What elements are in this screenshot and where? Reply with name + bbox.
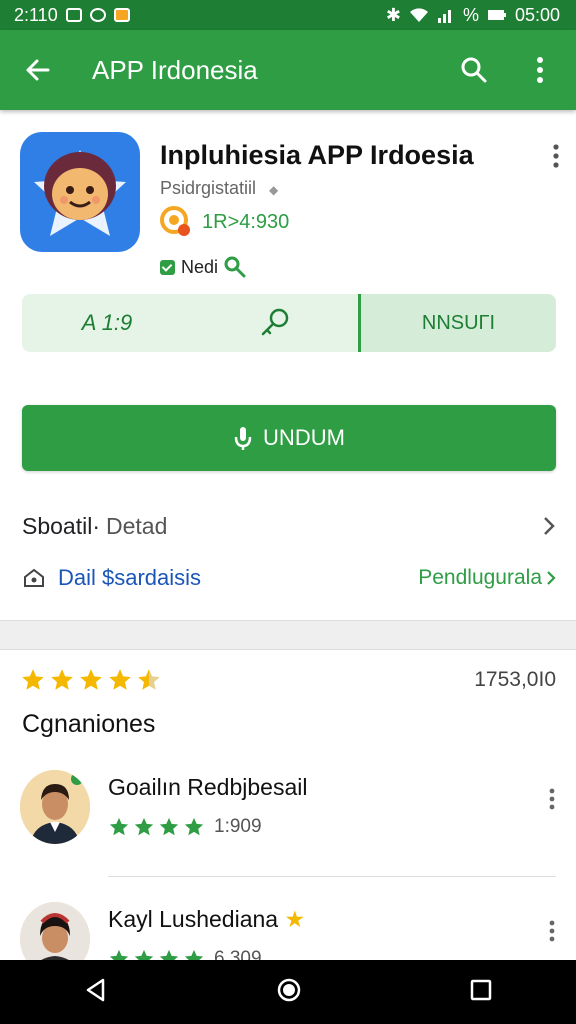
review-item: Goailın Redbjbesail 1:909 — [20, 770, 556, 850]
review-menu-button[interactable] — [548, 788, 556, 815]
links-row: Dail $sardaisis Pendlugurala — [22, 558, 556, 598]
square-recents-icon — [470, 979, 491, 1000]
overall-stars — [20, 667, 162, 693]
battery-percent: % — [462, 4, 479, 25]
install-button-label: UNDUM — [263, 425, 345, 450]
home-outline-icon — [24, 568, 44, 587]
details-title: Sboatil· — [22, 512, 100, 539]
wifi-icon — [409, 8, 428, 22]
triangle-back-icon — [87, 978, 105, 1001]
app-bar: APP Irdonesia — [0, 30, 576, 110]
segment-left-label: A 1:9 — [81, 310, 133, 335]
battery-icon — [487, 10, 506, 20]
star-icon — [51, 669, 73, 690]
ratings-count: 1753,0I0 — [474, 668, 556, 691]
status-time-left: 2:110 — [14, 4, 58, 25]
details-row[interactable]: Sboatil· Detad — [22, 506, 556, 546]
app-bar-title: APP Irdonesia — [92, 54, 258, 85]
more-vert-icon — [537, 57, 543, 83]
developer-name[interactable]: Psidrgistatiil ◆ — [160, 178, 278, 199]
reviewer-name-label: Kayl Lushediana — [108, 906, 279, 932]
details-subtitle: Detad — [105, 512, 168, 539]
nav-recents-button[interactable] — [469, 978, 493, 1007]
signal-icon — [437, 10, 451, 23]
review-value: 6.309 — [214, 948, 262, 960]
segment-right-label: NNSUΓI — [421, 311, 496, 334]
bluetooth-icon: ✱ — [385, 4, 401, 25]
app-icon — [20, 132, 140, 252]
nav-back-button[interactable] — [83, 977, 109, 1008]
section-divider — [0, 620, 576, 650]
overall-rating-row: 1753,0I0 — [20, 664, 556, 696]
star-icon — [134, 949, 154, 960]
mascot-icon — [34, 150, 126, 236]
secondary-link-label: Dail $sardaisis — [58, 565, 202, 590]
segment-right[interactable]: NNSUΓI — [358, 294, 556, 352]
secondary-link[interactable]: Dail $sardaisis — [22, 565, 201, 591]
segment-bar: A 1:9 NNSUΓI — [22, 294, 556, 352]
review-menu-button[interactable] — [548, 920, 556, 947]
rating-value: 1R>4:930 — [202, 210, 290, 233]
star-icon: ★ — [284, 906, 306, 932]
star-icon — [159, 817, 179, 836]
arrow-left-icon — [26, 59, 50, 81]
reviews-section-title: Cgnaniones — [22, 710, 156, 738]
developer-label: Psidrgistatiil — [160, 178, 257, 198]
sync-icon — [89, 8, 106, 22]
diamond-icon: ◆ — [269, 183, 279, 197]
status-bar: 2:110 ✱ % 05:00 — [0, 0, 576, 30]
nav-home-button[interactable] — [276, 977, 302, 1008]
badge-label: Nedi — [181, 256, 219, 277]
back-button[interactable] — [18, 50, 58, 90]
reviewer-avatar — [20, 902, 90, 960]
search-icon — [461, 57, 487, 83]
notification-icon — [65, 8, 82, 22]
reviewer-avatar — [20, 770, 90, 844]
system-nav-bar — [0, 960, 576, 1024]
review-item: Kayl Lushediana ★ 6.309 — [20, 902, 556, 960]
star-icon — [22, 669, 44, 690]
star-icon — [109, 949, 129, 960]
segment-left[interactable]: A 1:9 — [22, 294, 192, 352]
rating-badge-icon — [160, 206, 190, 236]
install-button[interactable]: UNDUM — [22, 405, 556, 471]
chevron-right-icon — [544, 517, 555, 535]
star-icon — [184, 949, 204, 960]
app-menu-button[interactable] — [552, 144, 560, 173]
more-vert-icon — [549, 788, 555, 810]
app-header: Inpluhiesia APP Irdoesia Psidrgistatiil … — [0, 110, 576, 290]
review-stars: 6.309 — [108, 948, 262, 960]
circle-home-icon — [277, 978, 301, 1001]
star-icon — [134, 817, 154, 836]
key-icon — [224, 256, 246, 278]
badge-row: Nedi — [160, 256, 246, 278]
review-stars: 1:909 — [108, 816, 262, 838]
status-time-right: 05:00 — [514, 4, 560, 25]
reviewer-name: Kayl Lushediana ★ — [108, 906, 305, 933]
primary-link[interactable]: Pendlugurala — [418, 566, 556, 590]
star-icon — [138, 669, 160, 690]
search-button[interactable] — [456, 52, 492, 88]
overflow-menu-button[interactable] — [522, 52, 558, 88]
star-icon — [159, 949, 179, 960]
review-value: 1:909 — [214, 816, 262, 837]
primary-link-label: Pendlugurala — [418, 566, 542, 589]
star-icon — [184, 817, 204, 836]
key-icon — [261, 308, 289, 336]
more-vert-icon — [549, 920, 555, 942]
review-separator — [108, 876, 556, 877]
download-icon — [234, 427, 252, 450]
flag-icon — [113, 8, 130, 22]
verified-check-icon — [160, 259, 175, 275]
segment-middle[interactable] — [192, 294, 358, 352]
rating-row: 1R>4:930 — [160, 206, 289, 238]
app-name: Inpluhiesia APP Irdoesia — [160, 140, 474, 170]
star-icon — [109, 817, 129, 836]
star-icon — [80, 669, 102, 690]
more-vert-icon — [553, 144, 559, 168]
chevron-right-icon — [547, 571, 556, 585]
star-icon — [109, 669, 131, 690]
reviewer-name: Goailın Redbjbesail — [108, 774, 308, 800]
